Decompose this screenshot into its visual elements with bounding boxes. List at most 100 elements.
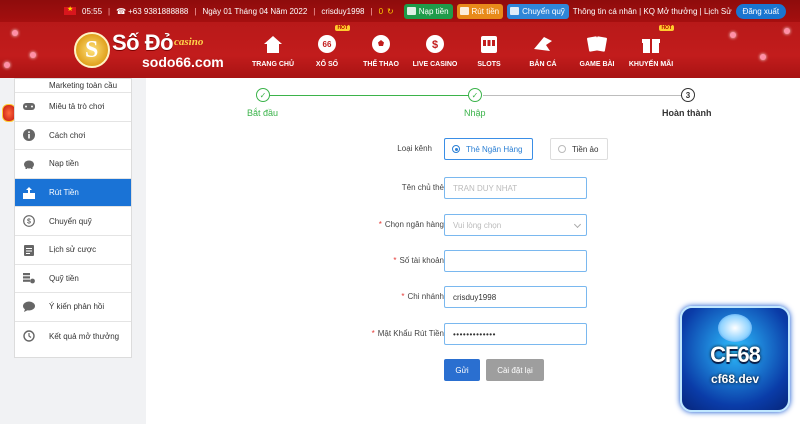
withdraw-button[interactable]: Rút tiền (456, 3, 504, 19)
phone-icon: ☎ (116, 6, 127, 16)
bank-row: * Chọn ngân hàng Vui lòng chọn (146, 214, 800, 236)
chat-icon (23, 301, 35, 313)
coins-icon (23, 272, 35, 284)
current-date: Ngày 01 Tháng 04 Năm 2022 (202, 6, 308, 16)
withdraw-password-field[interactable]: ••••••••••••• (444, 323, 587, 345)
step-input-check-icon: ✓ (468, 88, 482, 102)
nav-sports[interactable]: THỂ THAO (354, 22, 408, 78)
sidebar-item-label: Lịch sử cược (49, 245, 97, 255)
account-links[interactable]: Thông tin cá nhân | KQ Mở thưởng | Lịch … (573, 7, 732, 16)
nav-card-games[interactable]: GAME BÀI (570, 22, 624, 78)
sidebar-item-transfer[interactable]: $ Chuyển quỹ (15, 207, 131, 236)
channel-label: Loại kênh (397, 144, 432, 153)
sidebar-item-funds[interactable]: Quỹ tiền (15, 265, 131, 294)
sidebar-item-feedback[interactable]: Ý kiến phản hồi (15, 293, 131, 322)
branch-label: * Chi nhánh (401, 292, 444, 301)
top-bar: 05:55 | ☎ +63 9381888888 | Ngày 01 Tháng… (0, 0, 800, 22)
casino-chip-icon: $ (424, 33, 446, 55)
channel-crypto-radio[interactable]: Tiền ảo (550, 138, 608, 160)
reset-button[interactable]: Cài đặt lại (486, 359, 544, 381)
deposit-button[interactable]: Nạp tiền (403, 3, 453, 19)
nav-lottery[interactable]: HOT 66 XỔ SỐ (300, 22, 354, 78)
balance: 0 (378, 6, 384, 16)
account-number-field[interactable] (444, 250, 587, 272)
channel-bank-card-radio[interactable]: Thẻ Ngân Hàng (444, 138, 533, 160)
withdraw-label: Rút tiền (471, 6, 500, 16)
transfer-label: Chuyển quỹ (522, 6, 565, 16)
sidebar-item-results[interactable]: Kết quả mở thưởng (15, 322, 131, 351)
radio-dot (452, 145, 460, 153)
sidebar-item-label: Ý kiến phản hồi (49, 302, 105, 312)
step-start-label: Bắt đầu (247, 108, 279, 118)
required-mark: * (401, 292, 405, 301)
nav-fishing-label: BẮN CÁ (529, 60, 557, 68)
svg-text:66: 66 (323, 40, 332, 49)
separator: | (108, 6, 111, 16)
holder-name-field[interactable]: TRAN DUY NHAT (444, 177, 587, 199)
withdraw-icon (23, 186, 35, 199)
sidebar-item-label: Rút Tiền (49, 188, 79, 198)
sidebar-item-bet-history[interactable]: Lịch sử cược (15, 236, 131, 265)
blossom-decoration (30, 52, 36, 58)
step-connector (269, 95, 473, 96)
channel-row: Loại kênh Thẻ Ngân Hàng Tiền ảo (146, 138, 800, 160)
chevron-down-icon (573, 220, 582, 229)
site-logo[interactable]: Số Đỏ casino sodo66.com (74, 30, 224, 72)
nav-slots[interactable]: SLOTS (462, 22, 516, 78)
required-mark: * (378, 220, 382, 229)
sidebar-item-label: Kết quả mở thưởng (49, 331, 120, 341)
poker-chip-icon (718, 314, 752, 342)
bank-label: * Chọn ngân hàng (379, 220, 444, 229)
watermark-domain: cf68.dev (710, 372, 760, 386)
nav-card-games-label: GAME BÀI (579, 60, 615, 68)
logo-brand: Số Đỏ (112, 30, 174, 55)
username[interactable]: crisduy1998 (321, 7, 364, 16)
nav-promotions-label: KHUYẾN MÃI (628, 60, 674, 68)
sidebar-item-deposit[interactable]: Nạp tiền (15, 150, 131, 179)
lottery-ball-icon: 66 (316, 33, 338, 55)
blossom-decoration (784, 28, 790, 34)
watermark-logo: CF68 cf68.dev (680, 306, 790, 412)
logo-domain: sodo66.com (142, 54, 224, 70)
sidebar-item-marketing[interactable]: Marketing toàn cầu (15, 79, 131, 93)
bank-select[interactable]: Vui lòng chọn (444, 214, 587, 236)
gift-icon (640, 33, 662, 55)
nav-promotions[interactable]: HOT KHUYẾN MÃI (624, 22, 678, 78)
nav-live-casino-label: LIVE CASINO (412, 60, 458, 68)
refresh-icon[interactable]: ↻ (387, 7, 394, 16)
branch-row: * Chi nhánh crisduy1998 (146, 286, 800, 308)
clipboard-icon (23, 244, 35, 256)
password-label: * Mật Khẩu Rút Tiền (372, 329, 444, 338)
soccer-ball-icon (370, 33, 392, 55)
branch-label-text: Chi nhánh (407, 292, 444, 301)
piggy-bank-icon (23, 158, 35, 170)
hotline: +63 9381888888 (128, 6, 189, 16)
sidebar-menu: Marketing toàn cầu Miêu tả trò chơi Cách… (14, 78, 132, 358)
nav-lottery-label: XỔ SỐ (315, 60, 339, 68)
nav-home[interactable]: TRANG CHỦ (246, 22, 300, 78)
nav-home-label: TRANG CHỦ (252, 60, 294, 68)
sidebar-item-withdraw[interactable]: Rút Tiền (15, 178, 131, 208)
branch-field[interactable]: crisduy1998 (444, 286, 587, 308)
bank-select-value: Vui lòng chọn (453, 220, 502, 230)
submit-button[interactable]: Gửi (444, 359, 480, 381)
channel-crypto-label: Tiền ảo (572, 144, 599, 154)
playing-cards-icon (586, 33, 608, 55)
step-complete-label: Hoàn thành (662, 108, 712, 118)
nav-live-casino[interactable]: $ LIVE CASINO (408, 22, 462, 78)
sidebar-item-how-to-play[interactable]: Cách chơi (15, 122, 131, 151)
step-start-check-icon: ✓ (256, 88, 270, 102)
bank-label-text: Chọn ngân hàng (384, 220, 444, 229)
nav-fishing[interactable]: BẮN CÁ (516, 22, 570, 78)
radio-dot (558, 145, 566, 153)
home-icon (262, 33, 284, 55)
sidebar-item-label: Miêu tả trò chơi (49, 102, 105, 112)
transfer-button[interactable]: Chuyển quỹ (507, 3, 569, 19)
step-complete-number: 3 (681, 88, 695, 102)
sidebar-item-game-description[interactable]: Miêu tả trò chơi (15, 93, 131, 122)
holder-row: Tên chủ thẻ TRAN DUY NHAT (146, 177, 800, 199)
step-input-label: Nhập (464, 108, 486, 118)
sidebar-item-label: Chuyển quỹ (49, 216, 92, 226)
logout-button[interactable]: Đăng xuất (735, 3, 787, 19)
sidebar-item-label: Marketing toàn cầu (49, 81, 118, 90)
